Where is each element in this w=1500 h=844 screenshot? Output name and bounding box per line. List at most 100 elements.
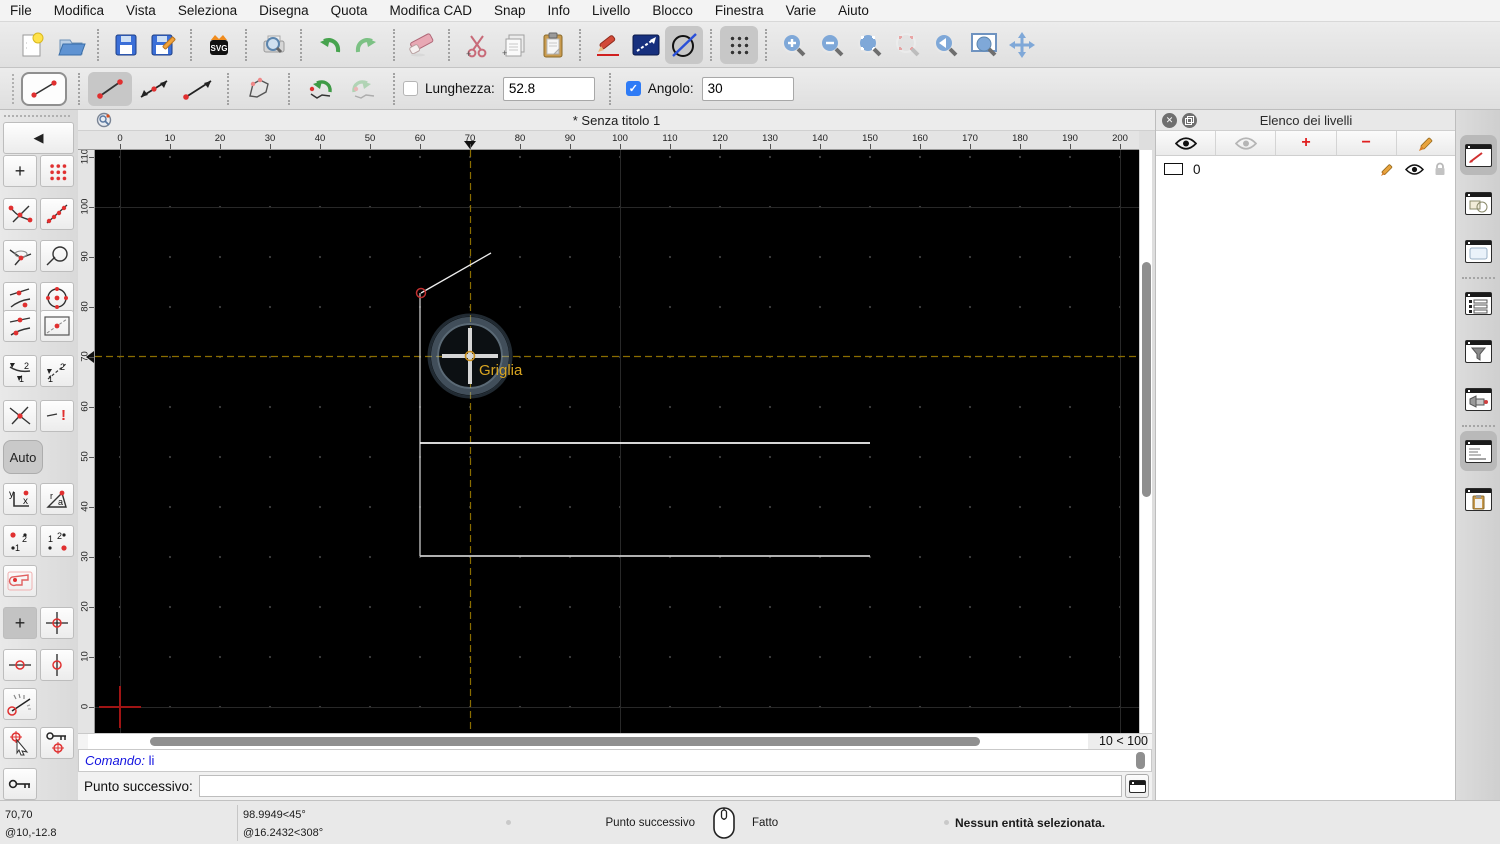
redo-segment-button[interactable] bbox=[342, 72, 386, 106]
vertical-scrollbar[interactable] bbox=[1139, 150, 1152, 733]
menu-item-modifica[interactable]: Modifica bbox=[54, 3, 104, 18]
print-preview-button[interactable] bbox=[255, 26, 293, 64]
drawing-window-titlebar[interactable]: * Senza titolo 1 bbox=[78, 110, 1155, 131]
dock-filter-toggle[interactable] bbox=[1460, 331, 1497, 371]
snap-tangent-button[interactable] bbox=[40, 240, 74, 272]
command-input[interactable] bbox=[198, 775, 1122, 797]
restrict-order-2-button[interactable]: 21 bbox=[40, 355, 74, 387]
new-file-button[interactable] bbox=[14, 26, 52, 64]
coordinate-cartesian-button[interactable]: yx bbox=[3, 483, 37, 515]
show-all-layers-button[interactable] bbox=[1156, 131, 1217, 155]
add-layer-button[interactable]: + bbox=[1276, 131, 1337, 155]
restrict-vertical-button[interactable] bbox=[40, 649, 74, 681]
snap-auto-button[interactable]: Auto bbox=[3, 440, 43, 474]
undo-segment-button[interactable] bbox=[298, 72, 342, 106]
layer-lock-icon[interactable] bbox=[1434, 162, 1446, 176]
eraser-button[interactable] bbox=[403, 26, 441, 64]
menu-item-varie[interactable]: Varie bbox=[786, 3, 817, 18]
menu-item-snap[interactable]: Snap bbox=[494, 3, 526, 18]
grid-toggle-button[interactable] bbox=[720, 25, 758, 64]
undo-button[interactable] bbox=[310, 26, 348, 64]
snap-endpoint-button[interactable] bbox=[3, 198, 37, 230]
angle-input[interactable] bbox=[701, 76, 794, 101]
toolbar-handle[interactable] bbox=[12, 73, 15, 104]
redo-button[interactable] bbox=[348, 26, 386, 64]
command-history-scrollbar[interactable] bbox=[1133, 752, 1147, 771]
zoom-previous-button[interactable] bbox=[889, 26, 927, 64]
pick-entity-button[interactable] bbox=[3, 727, 37, 759]
zoom-auto-button[interactable] bbox=[851, 26, 889, 64]
line-bidirectional-button[interactable] bbox=[132, 72, 176, 106]
command-history-scrollbar-thumb[interactable] bbox=[1136, 752, 1145, 769]
drawing-canvas[interactable]: Griglia bbox=[95, 150, 1139, 733]
snap-middle-button[interactable] bbox=[3, 310, 37, 342]
dock-clipboard-toggle[interactable] bbox=[1460, 479, 1497, 519]
menu-item-vista[interactable]: Vista bbox=[126, 3, 156, 18]
menu-item-modifica-cad[interactable]: Modifica CAD bbox=[389, 3, 472, 18]
restrict-order-1-button[interactable]: 21 bbox=[3, 355, 37, 387]
dock-command-toggle[interactable] bbox=[1460, 431, 1497, 471]
zoom-redraw-button[interactable] bbox=[927, 26, 965, 64]
save-as-button[interactable] bbox=[145, 26, 183, 64]
command-dock-button[interactable] bbox=[1125, 774, 1149, 798]
restrict-orthogonal-button[interactable] bbox=[40, 607, 74, 639]
back-button[interactable]: ◀ bbox=[3, 122, 74, 154]
layer-edit-icon[interactable] bbox=[1380, 162, 1395, 177]
snap-perpendicular-button[interactable] bbox=[3, 240, 37, 272]
menu-item-file[interactable]: File bbox=[10, 3, 32, 18]
paste-button[interactable] bbox=[534, 26, 572, 64]
zoom-out-button[interactable] bbox=[813, 26, 851, 64]
draw-circle-slash-button[interactable] bbox=[665, 25, 703, 64]
menu-item-blocco[interactable]: Blocco bbox=[652, 3, 693, 18]
remove-layer-button[interactable]: − bbox=[1337, 131, 1397, 155]
snap-reference-button[interactable] bbox=[40, 310, 74, 342]
active-tool-indicator[interactable] bbox=[21, 71, 67, 106]
edit-layer-button[interactable] bbox=[1397, 131, 1456, 155]
edit-line-button[interactable] bbox=[627, 26, 665, 64]
dock-plugins-toggle[interactable] bbox=[1460, 379, 1497, 419]
menu-item-finestra[interactable]: Finestra bbox=[715, 3, 764, 18]
menu-item-quota[interactable]: Quota bbox=[331, 3, 368, 18]
menu-item-seleziona[interactable]: Seleziona bbox=[178, 3, 237, 18]
angle-gauge-button[interactable] bbox=[3, 688, 37, 720]
dock-preview-toggle[interactable] bbox=[1460, 231, 1497, 271]
length-input[interactable] bbox=[502, 76, 595, 101]
dock-blocks-toggle[interactable] bbox=[1460, 183, 1497, 223]
snap-selected-button[interactable] bbox=[3, 565, 37, 597]
dock-drawing-toggle[interactable] bbox=[1460, 135, 1497, 175]
copy-button[interactable]: + bbox=[496, 26, 534, 64]
snap-free-button[interactable]: + bbox=[3, 155, 37, 187]
restrict-nothing-button[interactable]: + bbox=[3, 607, 37, 639]
set-relative-zero-button[interactable] bbox=[3, 768, 37, 800]
order-forward-button[interactable]: 21 bbox=[3, 525, 37, 557]
lock-relative-zero-button[interactable] bbox=[40, 727, 74, 759]
horizontal-scrollbar-thumb[interactable] bbox=[150, 737, 980, 746]
zoom-in-button[interactable] bbox=[775, 26, 813, 64]
snap-intersection-manual-button[interactable]: ! bbox=[40, 400, 74, 432]
length-checkbox[interactable] bbox=[403, 81, 418, 96]
coordinate-polar-button[interactable]: ra bbox=[40, 483, 74, 515]
cut-button[interactable]: + bbox=[458, 26, 496, 64]
snap-intersection-button[interactable] bbox=[3, 400, 37, 432]
zoom-pan-button[interactable] bbox=[1003, 26, 1041, 64]
hide-all-layers-button[interactable] bbox=[1216, 131, 1277, 155]
layer-row[interactable]: 0 bbox=[1156, 158, 1456, 180]
export-svg-button[interactable]: SVG bbox=[200, 26, 238, 64]
menu-item-info[interactable]: Info bbox=[548, 3, 571, 18]
restrict-horizontal-button[interactable] bbox=[3, 649, 37, 681]
toolbar-handle[interactable] bbox=[4, 115, 70, 117]
menu-item-livello[interactable]: Livello bbox=[592, 3, 630, 18]
snap-grid-button[interactable] bbox=[40, 155, 74, 187]
zoom-window-button[interactable] bbox=[965, 26, 1003, 64]
menu-item-aiuto[interactable]: Aiuto bbox=[838, 3, 869, 18]
line-ray-button[interactable] bbox=[176, 72, 220, 106]
snap-on-entity-button[interactable] bbox=[40, 198, 74, 230]
save-button[interactable] bbox=[107, 26, 145, 64]
draw-pen-button[interactable] bbox=[589, 26, 627, 64]
order-backward-button[interactable]: 12 bbox=[40, 525, 74, 557]
horizontal-scrollbar[interactable] bbox=[88, 734, 1090, 749]
menu-item-disegna[interactable]: Disegna bbox=[259, 3, 309, 18]
open-file-button[interactable] bbox=[52, 26, 90, 64]
layer-visible-icon[interactable] bbox=[1405, 163, 1424, 175]
polyline-button[interactable] bbox=[237, 72, 281, 106]
